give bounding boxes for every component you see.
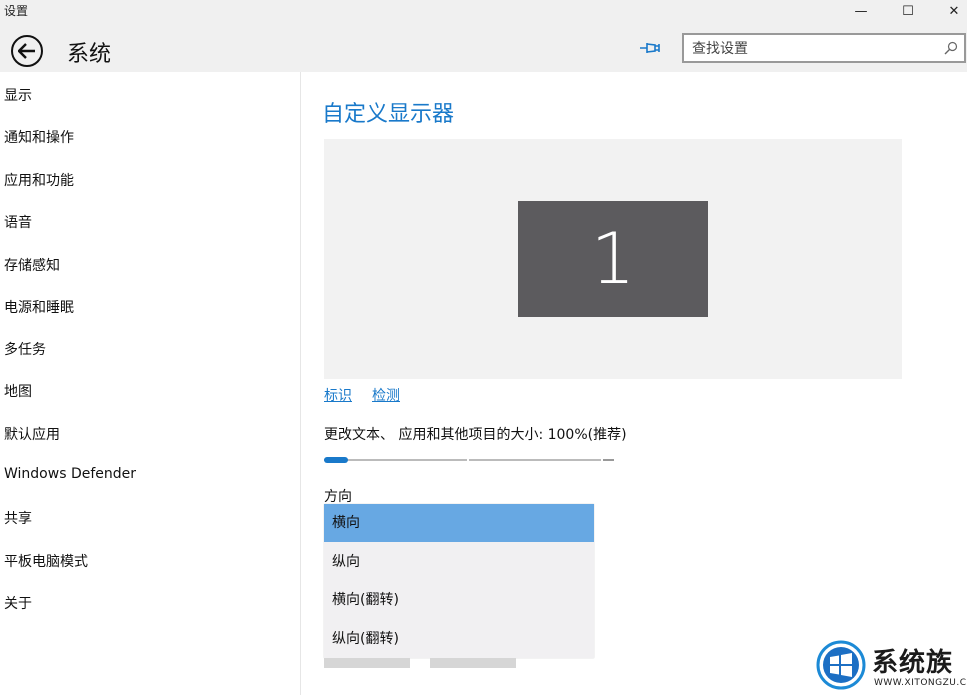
sidebar-item-sharing[interactable]: 共享 <box>4 508 32 528</box>
page-title: 自定义显示器 <box>322 102 455 127</box>
identify-link[interactable]: 标识 <box>324 385 352 405</box>
orientation-label: 方向 <box>324 489 352 505</box>
back-arrow-icon <box>18 43 35 59</box>
close-button[interactable]: ✕ <box>931 0 967 22</box>
page-header-title: 系统 <box>67 42 112 67</box>
main-content: 自定义显示器 1 标识 检测 更改文本、 应用和其他项目的大小: 100%(推荐… <box>302 72 967 695</box>
sidebar-item-apps[interactable]: 应用和功能 <box>4 170 74 190</box>
sidebar-item-default-apps[interactable]: 默认应用 <box>4 424 60 444</box>
watermark-logo-icon <box>816 640 866 690</box>
display-arrangement-area: 1 <box>324 139 902 379</box>
sidebar-item-display[interactable]: 显示 <box>4 85 32 105</box>
watermark-text: 系统族 <box>872 648 954 678</box>
orientation-dropdown-list: 横向 纵向 横向(翻转) 纵向(翻转) <box>324 504 594 658</box>
orientation-option-portrait[interactable]: 纵向 <box>324 543 594 581</box>
back-button[interactable] <box>11 35 43 67</box>
detect-link[interactable]: 检测 <box>372 385 400 405</box>
sidebar-item-about[interactable]: 关于 <box>4 593 32 613</box>
slider-track-segment <box>469 459 601 461</box>
minimize-icon: — <box>854 3 868 19</box>
sidebar-item-power[interactable]: 电源和睡眠 <box>4 297 74 317</box>
sidebar-item-maps[interactable]: 地图 <box>4 381 32 401</box>
close-icon: ✕ <box>948 3 960 19</box>
sidebar: 显示 通知和操作 应用和功能 语音 存储感知 电源和睡眠 多任务 地图 默认应用… <box>0 72 301 695</box>
window-title: 设置 <box>4 4 29 18</box>
cancel-button-partial[interactable] <box>430 658 516 668</box>
search-box[interactable] <box>682 33 966 63</box>
scale-slider[interactable] <box>324 452 616 468</box>
sidebar-item-windows-defender[interactable]: Windows Defender <box>4 466 136 482</box>
sidebar-item-tablet-mode[interactable]: 平板电脑模式 <box>4 551 88 571</box>
monitor-tile[interactable]: 1 <box>518 201 708 317</box>
sidebar-item-notifications[interactable]: 通知和操作 <box>4 127 74 147</box>
maximize-icon: ☐ <box>902 3 914 19</box>
search-icon[interactable] <box>944 41 958 55</box>
orientation-option-landscape-flipped[interactable]: 横向(翻转) <box>324 581 594 619</box>
apply-button-partial[interactable] <box>324 658 410 668</box>
slider-track-end <box>603 459 614 461</box>
sidebar-item-multitasking[interactable]: 多任务 <box>4 339 46 359</box>
watermark-url: WWW.XITONGZU.COM <box>874 678 967 688</box>
orientation-option-portrait-flipped[interactable]: 纵向(翻转) <box>324 620 594 658</box>
search-input[interactable] <box>692 39 932 59</box>
maximize-button[interactable]: ☐ <box>885 0 931 22</box>
pin-icon[interactable] <box>638 38 662 58</box>
orientation-option-landscape[interactable]: 横向 <box>324 504 594 542</box>
watermark: 系统族 WWW.XITONGZU.COM <box>816 640 967 695</box>
minimize-button[interactable]: — <box>838 0 884 22</box>
title-bar: 设置 — ☐ ✕ 系统 <box>0 0 967 72</box>
slider-thumb[interactable] <box>324 457 348 463</box>
sidebar-item-storage[interactable]: 存储感知 <box>4 255 60 275</box>
sidebar-item-speech[interactable]: 语音 <box>4 212 32 232</box>
scale-label: 更改文本、 应用和其他项目的大小: 100%(推荐) <box>324 427 627 443</box>
monitor-number: 1 <box>590 218 636 300</box>
